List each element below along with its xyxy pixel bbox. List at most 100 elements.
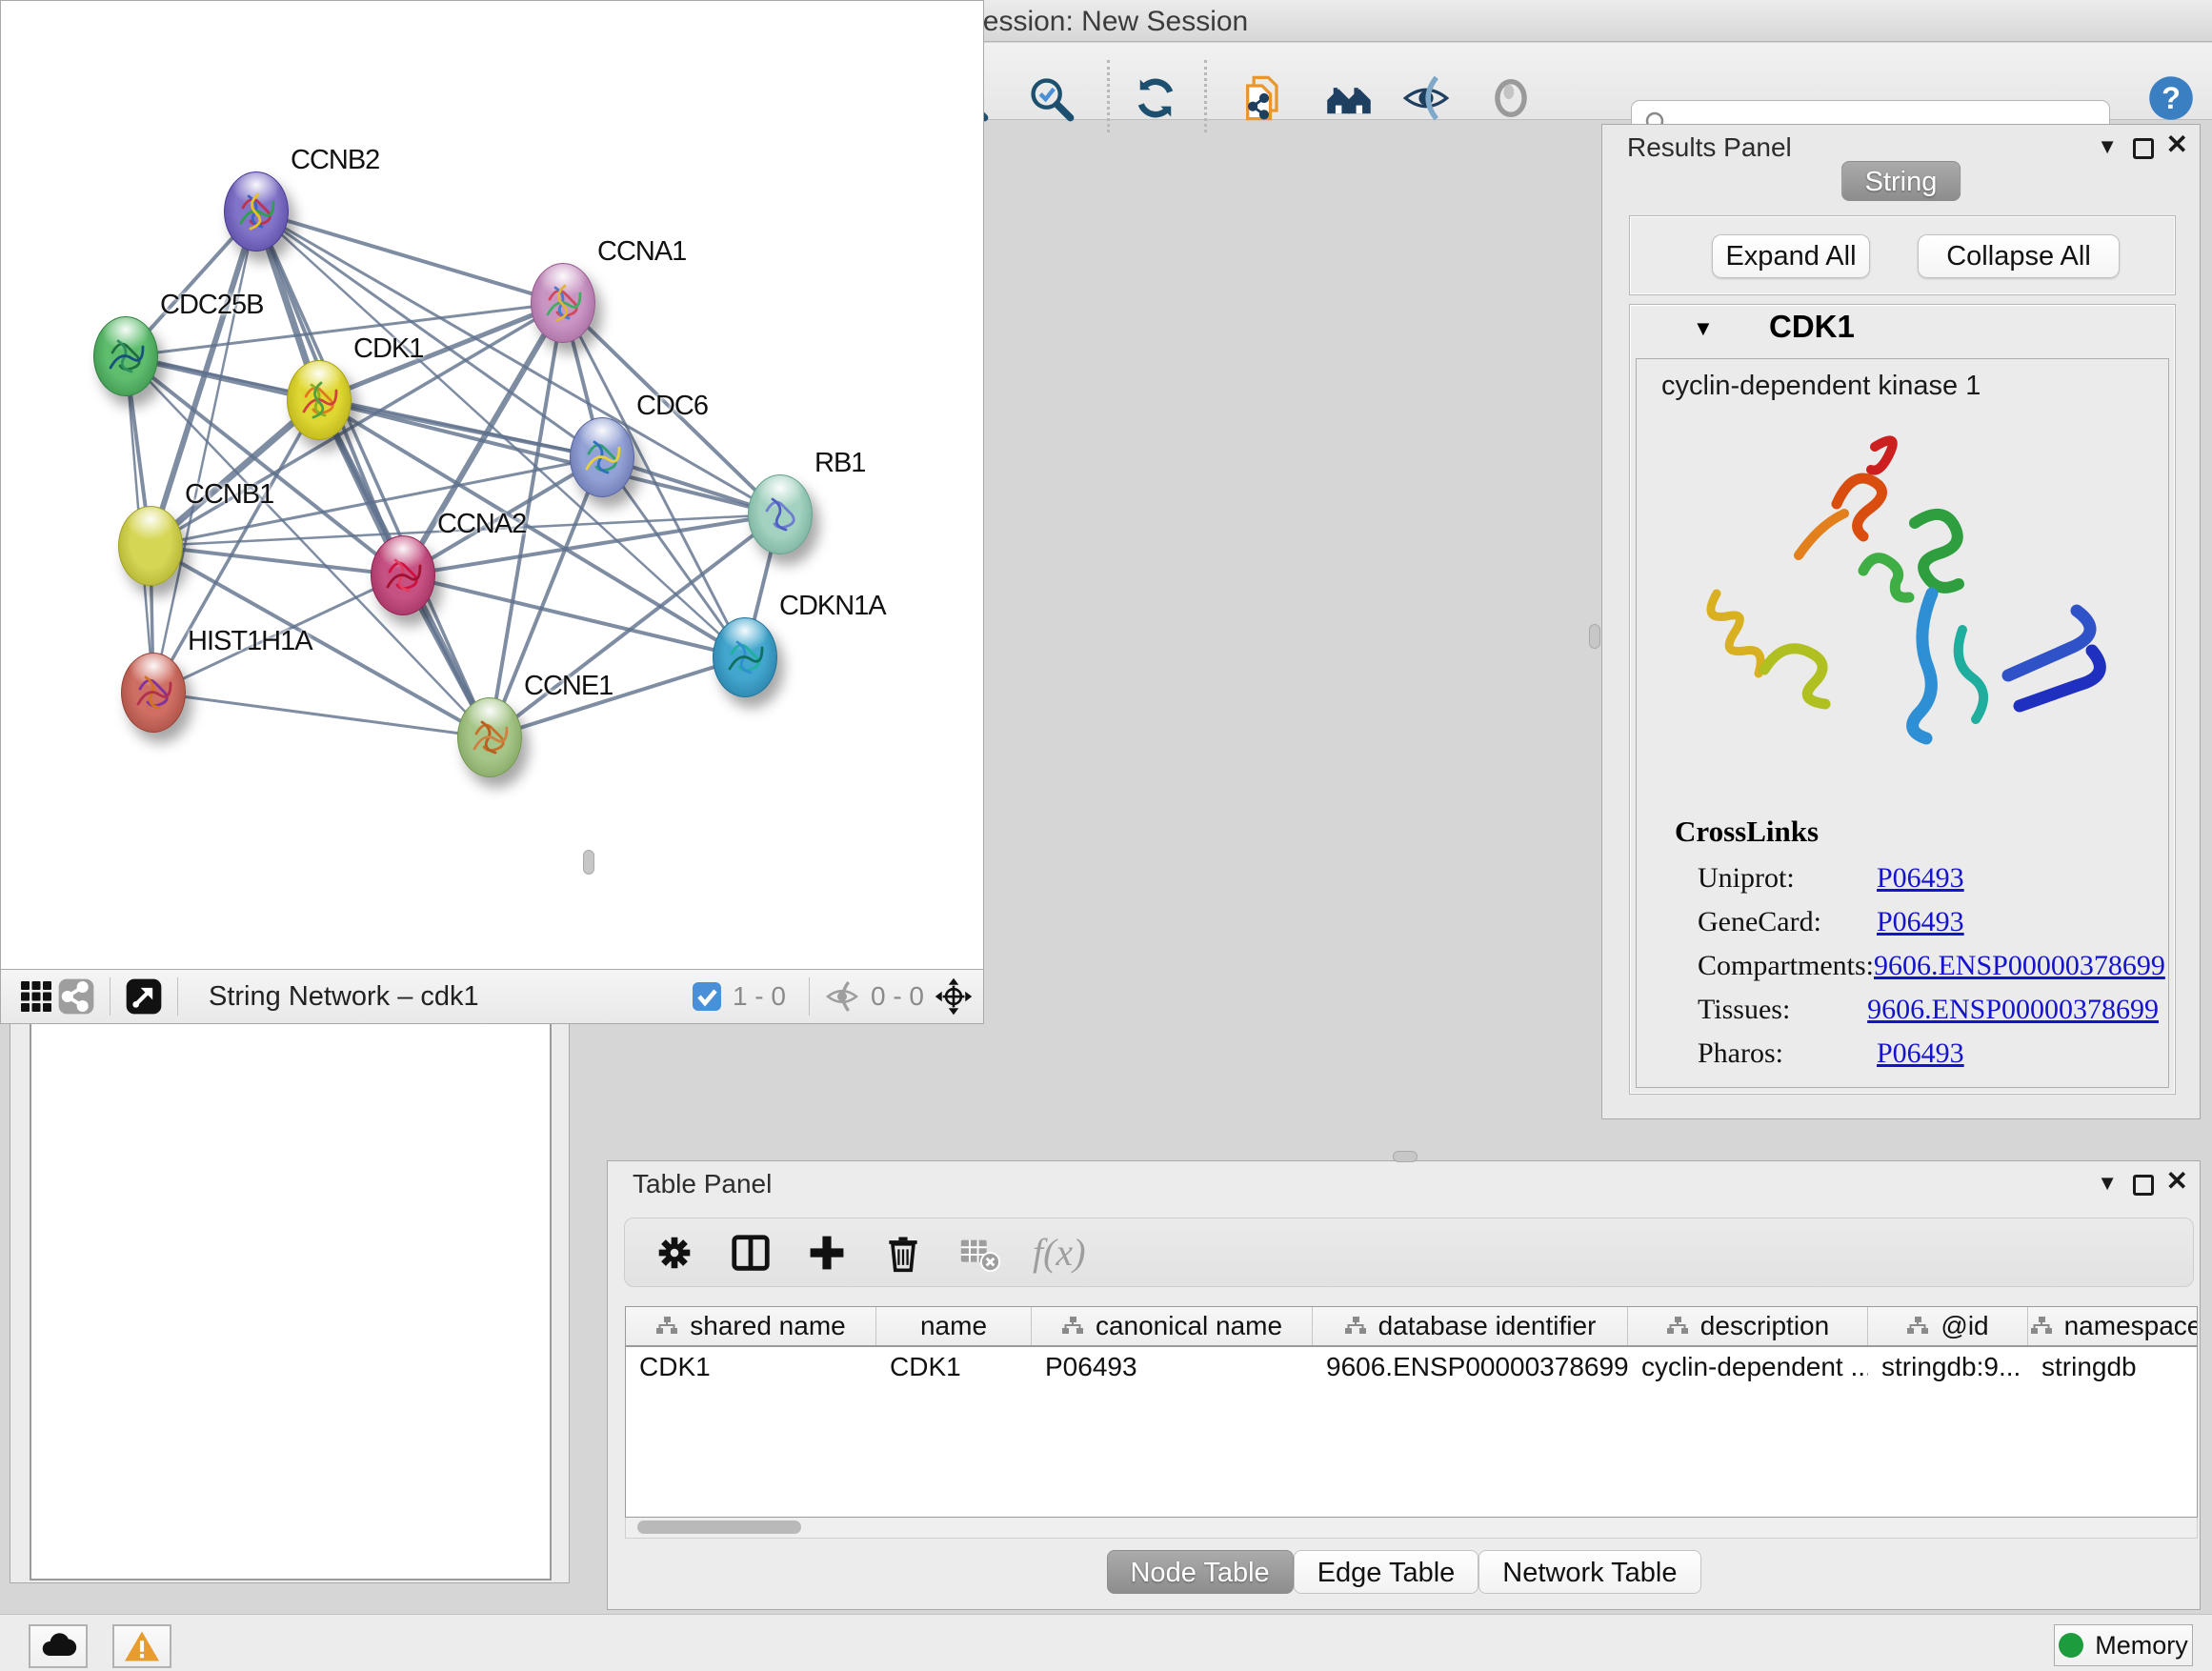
memory-button[interactable]: Memory: [2054, 1624, 2193, 1666]
crosslink-link[interactable]: 9606.ENSP00000378699: [1874, 950, 2165, 982]
network-view-icon[interactable]: [56, 976, 96, 1017]
network-node-ccnb1[interactable]: [118, 506, 183, 586]
crosslink-link[interactable]: P06493: [1877, 1037, 1964, 1070]
clone-network-icon[interactable]: [1237, 71, 1291, 125]
crosslink-label: Pharos:: [1698, 1037, 1877, 1070]
network-node-ccnb2[interactable]: [224, 171, 289, 252]
network-edges: [1, 1, 984, 970]
network-edge[interactable]: [256, 211, 563, 303]
crosslink-link[interactable]: 9606.ENSP00000378699: [1867, 994, 2159, 1026]
tab-edge-table[interactable]: Edge Table: [1294, 1550, 1479, 1594]
table-cell[interactable]: stringdb: [2028, 1347, 2198, 1389]
function-builder-icon[interactable]: f(x): [1033, 1230, 1086, 1275]
network-edge[interactable]: [153, 211, 256, 693]
splitter-handle[interactable]: [1589, 624, 1600, 649]
status-bar: Memory: [0, 1614, 2212, 1671]
add-column-icon[interactable]: [800, 1226, 854, 1279]
close-panel-icon[interactable]: ✕: [2166, 129, 2188, 160]
network-node-cdk1[interactable]: [287, 360, 352, 440]
network-node-ccna1[interactable]: [531, 263, 595, 343]
network-edge[interactable]: [319, 400, 780, 514]
network-node-ccna2[interactable]: [371, 535, 435, 615]
column-header-label: @id: [1941, 1311, 1988, 1341]
birdseye-view-icon[interactable]: [124, 976, 164, 1017]
table-panel: Table Panel ▼ ✕ f(x) shared namenamecano…: [607, 1160, 2201, 1610]
toolbar-separator: [1204, 60, 1207, 132]
network-node-hist1h1a[interactable]: [121, 653, 186, 733]
hidden-count: 0 - 0: [871, 981, 924, 1012]
column-header-sharedname[interactable]: shared name: [626, 1307, 876, 1345]
expand-all-button[interactable]: Expand All: [1712, 234, 1870, 278]
panel-menu-icon[interactable]: ▼: [2097, 1171, 2118, 1196]
crosslink-row: Pharos:P06493: [1698, 1032, 2159, 1076]
network-edge[interactable]: [256, 211, 780, 514]
protein-ribbon-thumbnail: [716, 623, 774, 692]
table-cell[interactable]: cyclin-dependent ...: [1628, 1347, 1868, 1389]
table-cell[interactable]: CDK1: [626, 1347, 876, 1389]
splitter-handle[interactable]: [1393, 1151, 1418, 1162]
delete-table-icon[interactable]: [953, 1226, 1006, 1279]
zoom-selected-icon[interactable]: [1024, 71, 1077, 125]
toolbar-separator: [177, 977, 178, 1016]
panel-menu-icon[interactable]: ▼: [2097, 134, 2118, 159]
network-edge[interactable]: [256, 211, 490, 737]
tab-string[interactable]: String: [1841, 161, 1961, 201]
network-node-rb1[interactable]: [748, 474, 813, 554]
float-panel-icon[interactable]: [2133, 1175, 2154, 1196]
tab-node-table[interactable]: Node Table: [1106, 1550, 1293, 1594]
table-cell[interactable]: P06493: [1032, 1347, 1313, 1389]
column-header-label: canonical name: [1096, 1311, 1282, 1341]
table-options-gear-icon[interactable]: [648, 1226, 701, 1279]
protein-ribbon-thumbnail: [534, 269, 592, 337]
column-header-canonicalname[interactable]: canonical name: [1032, 1307, 1313, 1345]
scrollbar-thumb[interactable]: [637, 1520, 801, 1534]
column-header-namespace[interactable]: namespace: [2028, 1307, 2198, 1345]
network-node-ccne1[interactable]: [457, 697, 522, 777]
refresh-icon[interactable]: [1129, 71, 1182, 125]
tab-network-table[interactable]: Network Table: [1478, 1550, 1700, 1594]
column-header-databaseidentifier[interactable]: database identifier: [1313, 1307, 1628, 1345]
selected-checkbox-icon[interactable]: [691, 980, 723, 1013]
column-header-label: namespace: [2064, 1311, 2198, 1341]
toolbar-separator: [110, 977, 111, 1016]
column-tree-icon: [655, 1316, 678, 1337]
table-cell[interactable]: 9606.ENSP00000378699: [1313, 1347, 1628, 1389]
table-horizontal-scrollbar[interactable]: [625, 1518, 2198, 1539]
splitter-handle[interactable]: [583, 850, 594, 875]
node-label: RB1: [814, 448, 865, 479]
table-cell[interactable]: stringdb:9...: [1868, 1347, 2028, 1389]
table-cell[interactable]: CDK1: [876, 1347, 1032, 1389]
table-tabs: Node TableEdge TableNetwork Table: [1106, 1550, 1700, 1594]
cloud-status-button[interactable]: [29, 1624, 88, 1668]
help-icon[interactable]: ?: [2144, 71, 2198, 125]
hidden-eye-icon[interactable]: [823, 977, 861, 1016]
network-node-cdkn1a[interactable]: [713, 617, 777, 697]
close-panel-icon[interactable]: ✕: [2166, 1165, 2188, 1197]
column-header-name[interactable]: name: [876, 1307, 1032, 1345]
section-expander-icon[interactable]: ▼: [1693, 316, 1714, 341]
delete-column-icon[interactable]: [876, 1226, 930, 1279]
column-header-description[interactable]: description: [1628, 1307, 1868, 1345]
collapse-all-button[interactable]: Collapse All: [1918, 234, 2120, 278]
protein-section-header[interactable]: ▼ CDK1: [1630, 305, 2175, 354]
grid-view-icon[interactable]: [16, 976, 56, 1017]
memory-status-dot: [2059, 1633, 2083, 1658]
network-edge[interactable]: [151, 546, 403, 575]
hide-selected-icon[interactable]: [1399, 71, 1453, 125]
pan-crosshair-icon[interactable]: [934, 976, 974, 1017]
first-neighbors-icon[interactable]: [1322, 71, 1376, 125]
crosslink-link[interactable]: P06493: [1877, 862, 1964, 895]
network-node-cdc6[interactable]: [570, 417, 634, 497]
crosslink-link[interactable]: P06493: [1877, 906, 1964, 938]
show-columns-icon[interactable]: [724, 1226, 777, 1279]
network-edge[interactable]: [153, 693, 490, 737]
warning-status-button[interactable]: [112, 1624, 171, 1668]
table-header-row: shared namename canonical name database id…: [626, 1307, 2197, 1347]
network-node-cdc25b[interactable]: [93, 316, 158, 396]
show-all-icon[interactable]: [1484, 71, 1538, 125]
float-panel-icon[interactable]: [2133, 138, 2154, 159]
network-canvas[interactable]: CCNB2CCNA1CDC25BCDK1CDC6RB1CCNB1CCNA2CDK…: [0, 0, 984, 970]
table-row[interactable]: CDK1CDK1P064939606.ENSP00000378699cyclin…: [626, 1347, 2197, 1389]
column-header-label: database identifier: [1378, 1311, 1597, 1341]
column-header-id[interactable]: @id: [1868, 1307, 2028, 1345]
